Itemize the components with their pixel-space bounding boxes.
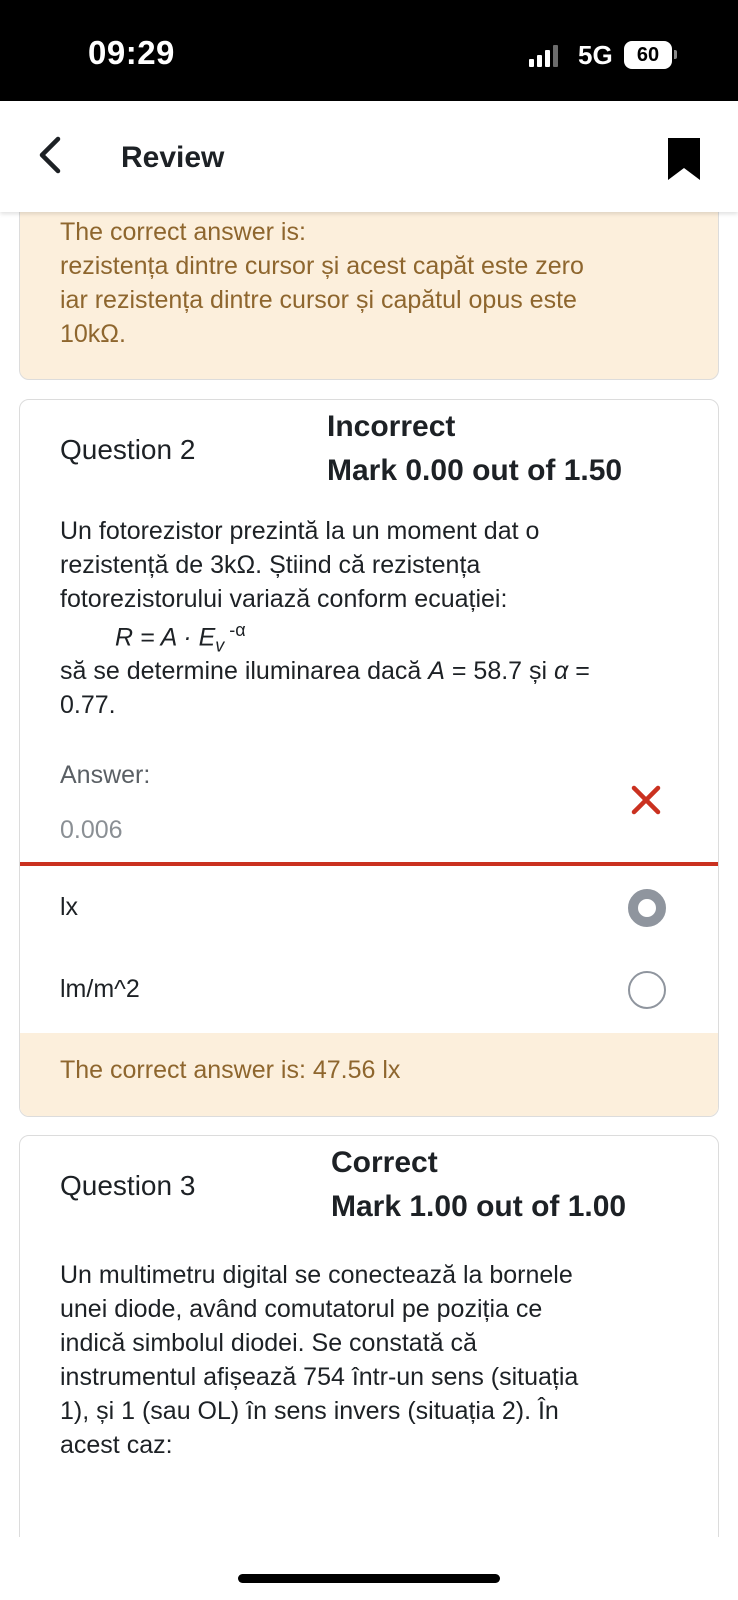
question-state: Incorrect: [327, 410, 456, 443]
question-card-2: Question 2 Incorrect Mark 0.00 out of 1.…: [19, 399, 719, 1117]
bottom-safe-area: [0, 1537, 738, 1600]
answer-input-underline: [20, 862, 718, 866]
question-number: Question 3: [60, 1170, 196, 1201]
formula-main: R = A · E: [115, 623, 216, 652]
chevron-left-icon: [39, 136, 61, 174]
unit-label: lx: [60, 893, 79, 921]
radio-button-selected[interactable]: [628, 889, 666, 927]
question-text-line: rezistență de 3kΩ. Știind că rezistența: [60, 551, 481, 579]
question-state: Correct: [331, 1146, 438, 1179]
correct-answer-feedback: The correct answer is: 47.56 lx: [20, 1033, 718, 1116]
battery-level: 60: [636, 44, 660, 66]
formula: R = A · Ev -α: [115, 620, 246, 656]
radio-button[interactable]: [628, 971, 666, 1009]
status-bar: 09:29 5G 60: [0, 0, 738, 101]
question-text-line: să se determine iluminarea dacă A = 58.7…: [60, 654, 680, 688]
feedback-text-line: 10kΩ.: [60, 320, 126, 348]
bookmark-button[interactable]: [664, 135, 704, 183]
feedback-text-line: iar rezistența dintre cursor și capătul …: [60, 286, 577, 314]
question-text-line: 1), și 1 (sau OL) în sens invers (situaț…: [60, 1397, 559, 1425]
cellular-signal-icon: [529, 45, 559, 67]
question-number: Question 2: [60, 434, 196, 465]
text-part: să se determine iluminarea dacă: [60, 657, 429, 685]
back-button[interactable]: [30, 133, 74, 177]
question-card-3: Question 3 Correct Mark 1.00 out of 1.00…: [19, 1135, 719, 1537]
unit-label: lm/m^2: [60, 975, 140, 1003]
answer-label: Answer:: [60, 761, 151, 789]
text-part: = 58.7 și: [444, 657, 555, 685]
question-text-line: instrumentul afișează 754 într-un sens (…: [60, 1363, 579, 1391]
variable-alpha: α: [554, 657, 569, 685]
unit-option-lx[interactable]: lx: [20, 869, 718, 949]
question-mark: Mark 1.00 out of 1.00: [331, 1190, 627, 1223]
formula-superscript: -α: [224, 620, 246, 640]
status-time: 09:29: [88, 34, 175, 71]
question-text-line: fotorezistorului variază conform ecuație…: [60, 585, 508, 613]
question-text-line: acest caz:: [60, 1431, 173, 1459]
previous-question-feedback: The correct answer is: rezistența dintre…: [19, 212, 719, 380]
network-type: 5G: [578, 40, 613, 70]
close-icon: [631, 785, 661, 815]
review-content[interactable]: The correct answer is: rezistența dintre…: [0, 212, 738, 1537]
question-text-line: Un multimetru digital se conectează la b…: [60, 1261, 573, 1289]
question-text: Un fotorezistor prezintă la un moment da…: [60, 514, 680, 616]
battery-tip: [674, 50, 677, 59]
question-mark: Mark 0.00 out of 1.50: [327, 454, 623, 487]
question-text-line: 0.77.: [60, 691, 116, 719]
question-text-line: Un fotorezistor prezintă la un moment da…: [60, 517, 540, 545]
home-indicator[interactable]: [238, 1574, 500, 1583]
question-text-continued: să se determine iluminarea dacă A = 58.7…: [60, 654, 680, 722]
question-text: Un multimetru digital se conectează la b…: [60, 1258, 680, 1462]
page-title: Review: [121, 141, 225, 174]
text-part: =: [568, 657, 590, 685]
feedback-text-line: rezistența dintre cursor și acest capăt …: [60, 252, 584, 280]
app-header: Review: [0, 101, 738, 212]
question-text-line: unei diode, având comutatorul pe poziția…: [60, 1295, 543, 1323]
question-text-line: indică simbolul diodei. Se constată că: [60, 1329, 477, 1357]
bookmark-icon: [668, 138, 700, 180]
unit-option-lm-m2[interactable]: lm/m^2: [20, 951, 718, 1031]
formula-subscript: v: [215, 635, 225, 656]
variable-a: A: [428, 657, 445, 685]
feedback-text: The correct answer is: 47.56 lx: [60, 1056, 401, 1084]
feedback-heading: The correct answer is:: [60, 218, 306, 246]
battery-icon: 60: [624, 41, 672, 69]
answer-input[interactable]: 0.006: [60, 816, 123, 845]
